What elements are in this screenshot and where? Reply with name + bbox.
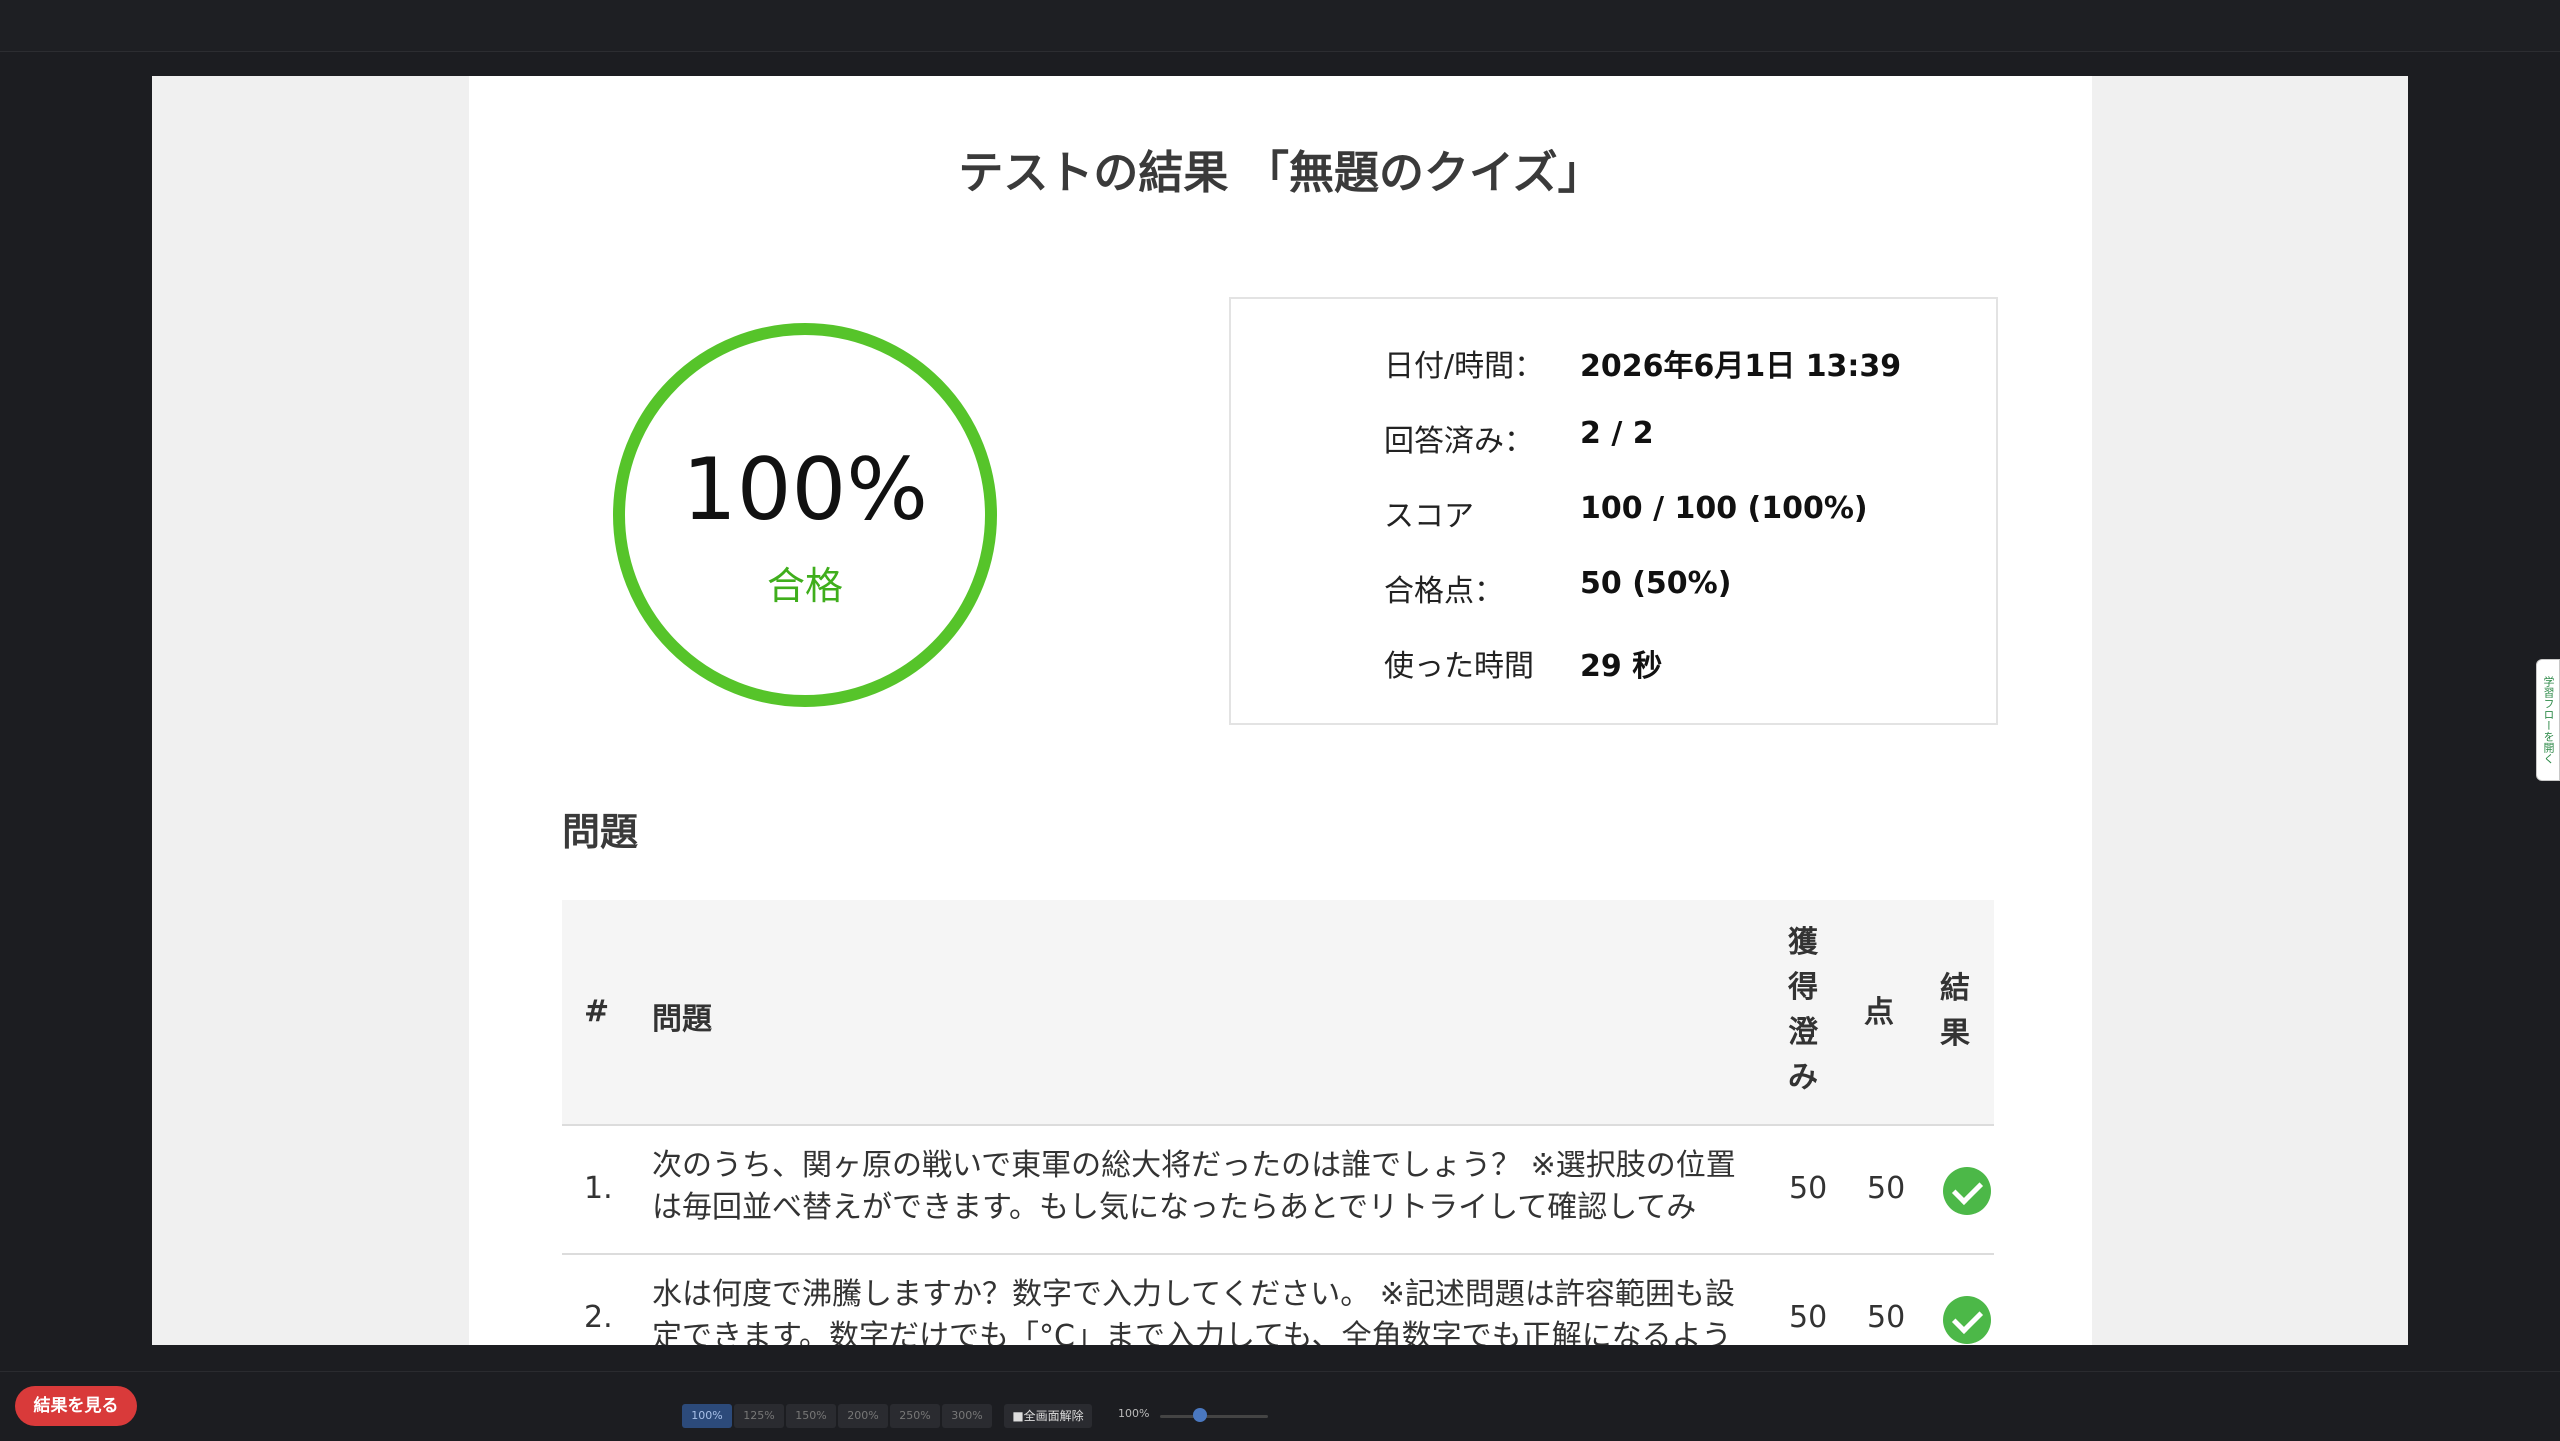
zoom-250-button[interactable]: 250% [890, 1404, 940, 1428]
table-row: 1. 次のうち、関ヶ原の戦いで東軍の総大将だったのは誰でしょう？ ※選択肢の位置… [562, 1125, 1994, 1255]
info-label: スコア [1384, 499, 1474, 534]
page-title: テストの結果 「無題のクイズ」 [958, 146, 1603, 199]
pass-status: 合格 [766, 564, 843, 608]
row-number: 1. [584, 1171, 613, 1206]
questions-heading: 問題 [562, 810, 639, 854]
results-page: テストの結果 「無題のクイズ」 100% 合格 日付/時間： 2026年6月1日… [469, 76, 2092, 1345]
row-earned: 50 [1789, 1171, 1828, 1206]
row-earned: 50 [1789, 1300, 1828, 1335]
th-result: 結果 [1940, 971, 1970, 1051]
row-points: 50 [1867, 1300, 1906, 1335]
zoom-slider-thumb[interactable] [1193, 1408, 1207, 1422]
th-earned: 獲得澄み [1788, 925, 1818, 1095]
bottom-bar [0, 1371, 2560, 1441]
info-label: 回答済み： [1384, 424, 1534, 459]
table-row: 2. 水は何度で沸騰しますか？数字で入力してください。 ※記述問題は許容範囲も設… [562, 1254, 1994, 1345]
th-num: # [584, 994, 610, 1029]
zoom-125-button[interactable]: 125% [734, 1404, 784, 1428]
row-question-text: 水は何度で沸騰しますか？数字で入力してください。 ※記述問題は許容範囲も設定でき… [652, 1277, 1735, 1345]
score-ring: 100% 合格 [613, 323, 997, 707]
zoom-300-button[interactable]: 300% [942, 1404, 992, 1428]
th-question: 問題 [652, 1002, 712, 1037]
zoom-slider-track[interactable] [1160, 1415, 1268, 1418]
check-circle-icon [1943, 1167, 1991, 1215]
info-value: 100 / 100 (100%) [1580, 491, 1868, 526]
score-percent: 100% [682, 440, 928, 540]
learning-flow-tab[interactable]: 学習フローを開く [2536, 659, 2560, 781]
zoom-200-button[interactable]: 200% [838, 1404, 888, 1428]
row-number: 2. [584, 1300, 613, 1335]
zoom-100-button[interactable]: 100% [682, 1404, 732, 1428]
info-label: 合格点： [1384, 574, 1504, 609]
info-value: 2 / 2 [1580, 416, 1654, 451]
row-points: 50 [1867, 1171, 1906, 1206]
exit-fullscreen-button[interactable]: ■全画面解除 [1004, 1404, 1092, 1428]
info-label: 日付/時間： [1384, 349, 1545, 384]
zoom-readout: 100% [1118, 1407, 1150, 1420]
info-value: 29 秒 [1580, 649, 1663, 684]
info-value: 50 (50%) [1580, 566, 1732, 601]
zoom-150-button[interactable]: 150% [786, 1404, 836, 1428]
th-points: 点 [1864, 995, 1894, 1030]
result-info-box: 日付/時間： 2026年6月1日 13:39 回答済み： 2 / 2 スコア 1… [1229, 297, 1998, 725]
check-circle-icon [1943, 1296, 1991, 1344]
row-question-text: 次のうち、関ヶ原の戦いで東軍の総大将だったのは誰でしょう？ ※選択肢の位置は毎回… [652, 1148, 1736, 1225]
top-bar [0, 0, 2560, 52]
view-results-button[interactable]: 結果を見る [15, 1386, 137, 1426]
content-frame: テストの結果 「無題のクイズ」 100% 合格 日付/時間： 2026年6月1日… [152, 76, 2408, 1345]
questions-table-header: # 問題 獲得澄み 点 結果 [562, 900, 1994, 1126]
info-value: 2026年6月1日 13:39 [1580, 349, 1902, 384]
info-label: 使った時間 [1384, 649, 1534, 684]
